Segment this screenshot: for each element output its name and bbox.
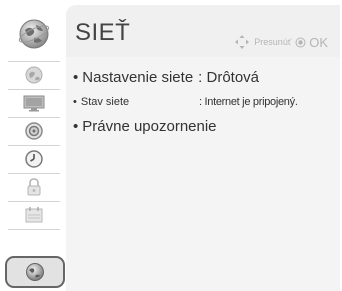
network-settings-screen: SIEŤ Presunúť OK • Nastavenie siete: Dr… — [0, 0, 342, 291]
sidebar-item-option[interactable] — [4, 202, 64, 228]
sidebar-item-network[interactable] — [5, 256, 65, 288]
sidebar-item-audio[interactable] — [4, 118, 64, 144]
settings-panel: SIEŤ Presunúť OK • Nastavenie siete: Dr… — [66, 5, 340, 291]
network-globe-icon — [4, 9, 64, 59]
picture-icon — [25, 66, 43, 84]
menu-item-network-status[interactable]: • Stav siete : Internet je pripojený. — [73, 96, 335, 108]
network-status-value: : Internet je pripojený. — [199, 96, 298, 108]
sidebar-item-lock[interactable] — [4, 174, 64, 200]
calendar-icon — [25, 207, 43, 223]
bullet: • — [73, 69, 79, 86]
sidebar — [2, 5, 66, 291]
network-globe-icon — [26, 263, 44, 281]
navigation-hint: Presunúť OK — [234, 34, 328, 50]
menu-item-legal-notice[interactable]: • Právne upozornenie — [73, 118, 217, 135]
network-status-label: Stav siete — [80, 96, 130, 108]
page-title: SIEŤ — [75, 19, 131, 46]
ok-button-icon — [295, 37, 306, 47]
sidebar-item-picture[interactable] — [4, 62, 64, 88]
network-setting-label: Nastavenie siete — [82, 69, 194, 86]
hint-ok-label: OK — [309, 34, 328, 50]
lock-icon — [27, 178, 41, 196]
legal-notice-label: Právne upozornenie — [82, 118, 217, 135]
network-setting-value: : Drôtová — [198, 69, 260, 86]
hint-move-label: Presunúť — [254, 37, 292, 47]
bullet: • — [73, 118, 79, 135]
sidebar-item-time[interactable] — [4, 146, 64, 172]
settings-list: • Nastavenie siete : Drôtová • Stav siet… — [66, 57, 340, 291]
bullet: • — [73, 96, 77, 108]
move-arrows-icon — [235, 35, 250, 49]
sidebar-divider — [8, 229, 60, 230]
monitor-icon — [23, 95, 45, 112]
clock-icon — [25, 150, 43, 168]
speaker-icon — [25, 122, 43, 140]
panel-header: SIEŤ Presunúť OK — [66, 5, 340, 57]
menu-item-network-setting[interactable]: • Nastavenie siete : Drôtová — [73, 69, 259, 86]
sidebar-item-screen[interactable] — [4, 90, 64, 116]
